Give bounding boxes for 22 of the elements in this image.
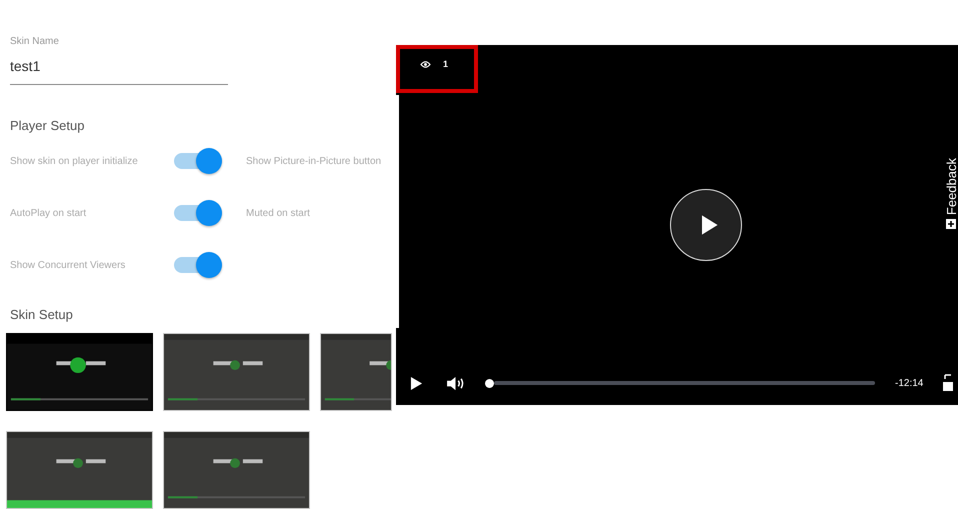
- eye-icon: [420, 60, 431, 68]
- plus-icon[interactable]: [946, 219, 956, 230]
- option-label: Show Picture-in-Picture button: [246, 156, 382, 166]
- section-title: Skin Setup: [10, 307, 74, 322]
- section-title: Player Setup: [10, 118, 86, 133]
- progress-handle[interactable]: [485, 378, 494, 388]
- toggle-switch[interactable]: [172, 200, 224, 226]
- option-label: Muted on start: [246, 208, 311, 218]
- option-label: Show Concurrent Viewers: [10, 260, 126, 270]
- volume-icon[interactable]: [446, 376, 465, 390]
- toggle-switch[interactable]: [172, 148, 224, 174]
- play-icon[interactable]: [410, 376, 423, 390]
- field-label: Skin Name: [10, 36, 60, 47]
- toggle-switch[interactable]: [172, 252, 224, 278]
- skin-thumbnail[interactable]: [6, 333, 153, 411]
- viewer-count: 1: [443, 59, 448, 69]
- feedback-tab[interactable]: Feedback: [944, 158, 958, 230]
- time-remaining: -12:14: [895, 378, 924, 388]
- skin-name-field[interactable]: test1: [10, 47, 228, 85]
- option-label: Show skin on player initialize: [10, 156, 139, 166]
- fullscreen-icon[interactable]: [943, 373, 954, 393]
- option-label: AutoPlay on start: [10, 208, 88, 218]
